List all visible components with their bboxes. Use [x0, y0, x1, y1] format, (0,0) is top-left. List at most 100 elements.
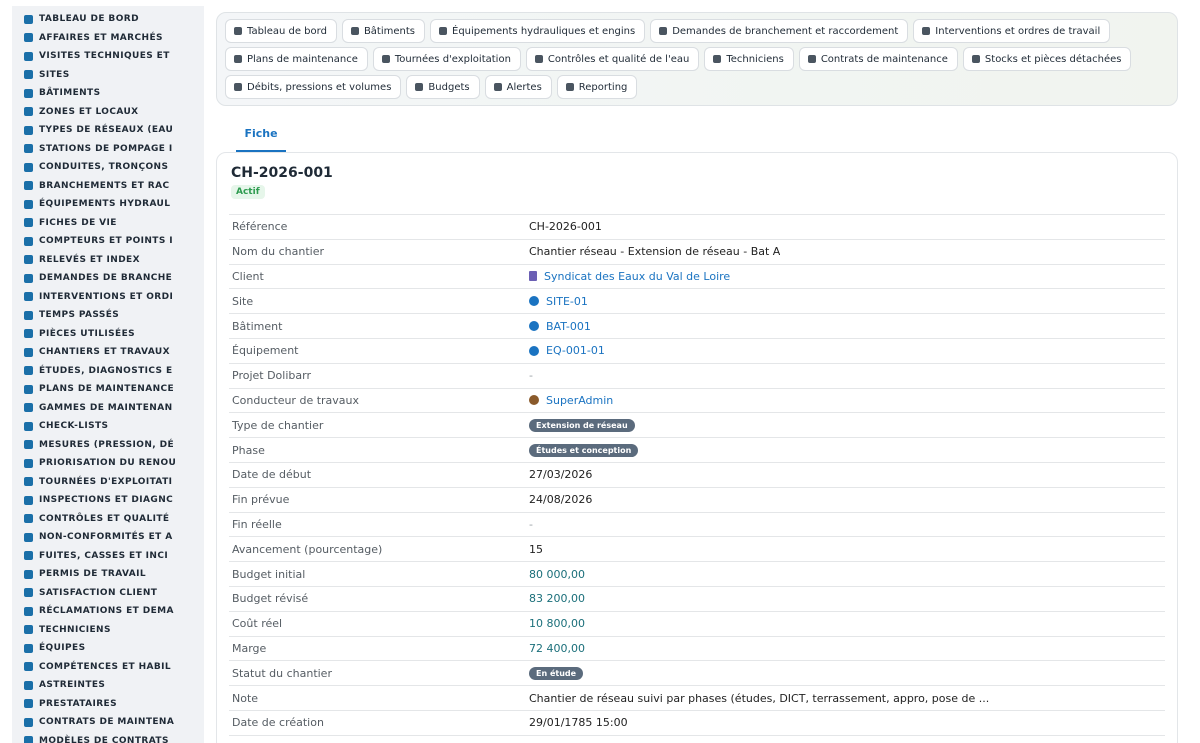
sidebar-item-label: INTERVENTIONS ET ORDI [39, 291, 174, 302]
sidebar-item[interactable]: ÉQUIPEMENTS HYDRAUL [12, 195, 204, 214]
sidebar-item[interactable]: AFFAIRES ET MARCHÉS [12, 29, 204, 48]
sidebar-item-label: ÉQUIPEMENTS HYDRAUL [39, 199, 171, 210]
sidebar-item[interactable]: VISITES TECHNIQUES ET [12, 47, 204, 66]
sidebar-item[interactable]: TOURNÉES D'EXPLOITATI [12, 473, 204, 492]
sidebar-item[interactable]: DEMANDES DE BRANCHE [12, 269, 204, 288]
field-value-text: Chantier réseau - Extension de réseau - … [529, 245, 781, 259]
nav-tab[interactable]: Tableau de bord [225, 19, 337, 43]
clipboard-check-icon [534, 55, 543, 63]
field-value[interactable]: Syndicat des Eaux du Val de Loire [529, 270, 730, 283]
sidebar-item[interactable]: CONTRATS DE MAINTENA [12, 713, 204, 732]
nav-tab[interactable]: Techniciens [704, 47, 794, 71]
sidebar-item-label: COMPTEURS ET POINTS I [39, 236, 173, 247]
nav-tab[interactable]: Contrats de maintenance [798, 47, 958, 71]
sidebar-item[interactable]: FUITES, CASSES ET INCI [12, 547, 204, 566]
sidebar-item[interactable]: GAMMES DE MAINTENAN [12, 399, 204, 418]
field-value[interactable]: SITE-01 [529, 295, 588, 308]
sidebar-item[interactable]: FICHES DE VIE [12, 214, 204, 233]
search-icon [24, 495, 33, 505]
tab-row-1: Tableau de bord Bâtiments Équipements hydr… [225, 19, 1111, 43]
field-label: Type de chantier [232, 418, 324, 432]
nav-tab[interactable]: Débits, pressions et volumes [225, 75, 402, 99]
field-row: Équipement EQ-001-01 [229, 339, 1165, 364]
sidebar-item[interactable]: PERMIS DE TRAVAIL [12, 565, 204, 584]
nav-tab-label: Tableau de bord [247, 25, 327, 37]
nav-tab[interactable]: Alertes [484, 75, 552, 99]
field-value-text: - [529, 369, 533, 383]
sidebar-item[interactable]: BÂTIMENTS [12, 84, 204, 103]
field-value[interactable]: BAT-001 [529, 320, 591, 333]
sidebar-item[interactable]: COMPTEURS ET POINTS I [12, 232, 204, 251]
sidebar-item[interactable]: COMPÉTENCES ET HABIL [12, 658, 204, 677]
sidebar-item[interactable]: STATIONS DE POMPAGE I [12, 140, 204, 159]
nav-tab-label: Budgets [428, 81, 470, 93]
nav-tab[interactable]: Reporting [556, 75, 638, 99]
nav-tab[interactable]: Équipements hydrauliques et engins [430, 19, 646, 43]
nav-tab[interactable]: Plans de maintenance [225, 47, 368, 71]
nav-tab[interactable]: Budgets [406, 75, 480, 99]
sidebar-item[interactable]: TABLEAU DE BORD [12, 10, 204, 29]
sidebar-item-label: PLANS DE MAINTENANCE [39, 384, 175, 395]
sidebar-item-label: PERMIS DE TRAVAIL [39, 569, 146, 580]
sidebar-item[interactable]: TEMPS PASSÉS [12, 306, 204, 325]
sidebar-item[interactable]: INTERVENTIONS ET ORDI [12, 288, 204, 307]
nav-tab[interactable]: Interventions et ordres de travail [913, 19, 1111, 43]
field-value[interactable]: EQ-001-01 [529, 344, 605, 357]
history-icon [24, 218, 33, 228]
sidebar-item[interactable]: RELEVÉS ET INDEX [12, 251, 204, 270]
sidebar-item-label: TEMPS PASSÉS [39, 310, 120, 321]
sidebar-item[interactable]: NON-CONFORMITÉS ET A [12, 528, 204, 547]
nav-tab-label: Tournées d'exploitation [394, 53, 511, 65]
field-row: Nom du chantier Chantier réseau - Extensi… [229, 240, 1165, 265]
field-row: Coût réel 10 800,00 [229, 612, 1165, 637]
field-label: Date de création [232, 716, 324, 730]
sidebar-item[interactable]: ZONES ET LOCAUX [12, 103, 204, 122]
sidebar-item[interactable]: TECHNICIENS [12, 621, 204, 640]
tab-fiche[interactable]: Fiche [236, 122, 286, 152]
nav-tab[interactable]: Demandes de branchement et raccordement [650, 19, 909, 43]
sidebar-item-label: PRIORISATION DU RENOU [39, 458, 177, 469]
sidebar-item[interactable]: PRESTATAIRES [12, 695, 204, 714]
sidebar-item[interactable]: CHANTIERS ET TRAVAUX [12, 343, 204, 362]
nav-tab[interactable]: Bâtiments [341, 19, 425, 43]
field-label: Statut du chantier [232, 666, 332, 680]
sidebar-item[interactable]: MODÈLES DE CONTRATS [12, 732, 204, 743]
sidebar-item[interactable]: PLANS DE MAINTENANCE [12, 380, 204, 399]
nav-tab-label: Demandes de branchement et raccordement [672, 25, 899, 37]
contract-icon [24, 717, 33, 727]
field-label: Nom du chantier [232, 245, 325, 259]
sidebar-item[interactable]: TYPES DE RÉSEAUX (EAU [12, 121, 204, 140]
sidebar-item[interactable]: SITES [12, 66, 204, 85]
nav-tab[interactable]: Stocks et pièces détachées [962, 47, 1132, 71]
sidebar-item[interactable]: SATISFACTION CLIENT [12, 584, 204, 603]
sidebar-item[interactable]: INSPECTIONS ET DIAGNC [12, 491, 204, 510]
nav-tab[interactable]: Contrôles et qualité de l'eau [525, 47, 700, 71]
sidebar-item[interactable]: CONDUITES, TRONÇONS [12, 158, 204, 177]
field-value: Chantier de réseau suivi par phases (étu… [529, 692, 989, 705]
sidebar-item[interactable]: ÉQUIPES [12, 639, 204, 658]
tab-row-3: Débits, pressions et volumes Budgets Alert… [225, 75, 638, 99]
field-value[interactable]: SuperAdmin [529, 394, 613, 407]
money-icon [415, 83, 424, 91]
nav-tab-label: Alertes [506, 81, 542, 93]
nav-tab-label: Plans de maintenance [247, 53, 358, 65]
nav-tab-label: Bâtiments [363, 25, 415, 37]
contract-icon [807, 55, 816, 63]
sidebar-item[interactable]: ASTREINTES [12, 676, 204, 695]
sidebar-item[interactable]: CONTRÔLES ET QUALITÉ [12, 510, 204, 529]
field-value-text: SITE-01 [546, 294, 588, 308]
sidebar-item[interactable]: BRANCHEMENTS ET RAC [12, 177, 204, 196]
sidebar-item[interactable]: MESURES (PRESSION, DÉ [12, 436, 204, 455]
sidebar-item[interactable]: ÉTUDES, DIAGNOSTICS E [12, 362, 204, 381]
field-row: Conducteur de travaux SuperAdmin [229, 389, 1165, 414]
field-label: Bâtiment [232, 319, 283, 333]
sidebar-item[interactable]: PRIORISATION DU RENOU [12, 454, 204, 473]
chart-icon [24, 458, 33, 468]
sidebar-item[interactable]: PIÈCES UTILISÉES [12, 325, 204, 344]
hammer-icon [24, 347, 33, 357]
field-row: Bâtiment BAT-001 [229, 314, 1165, 339]
sidebar-item-label: STATIONS DE POMPAGE I [39, 143, 173, 154]
sidebar-item[interactable]: RÉCLAMATIONS ET DEMA [12, 602, 204, 621]
nav-tab[interactable]: Tournées d'exploitation [372, 47, 521, 71]
sidebar-item[interactable]: CHECK-LISTS [12, 417, 204, 436]
